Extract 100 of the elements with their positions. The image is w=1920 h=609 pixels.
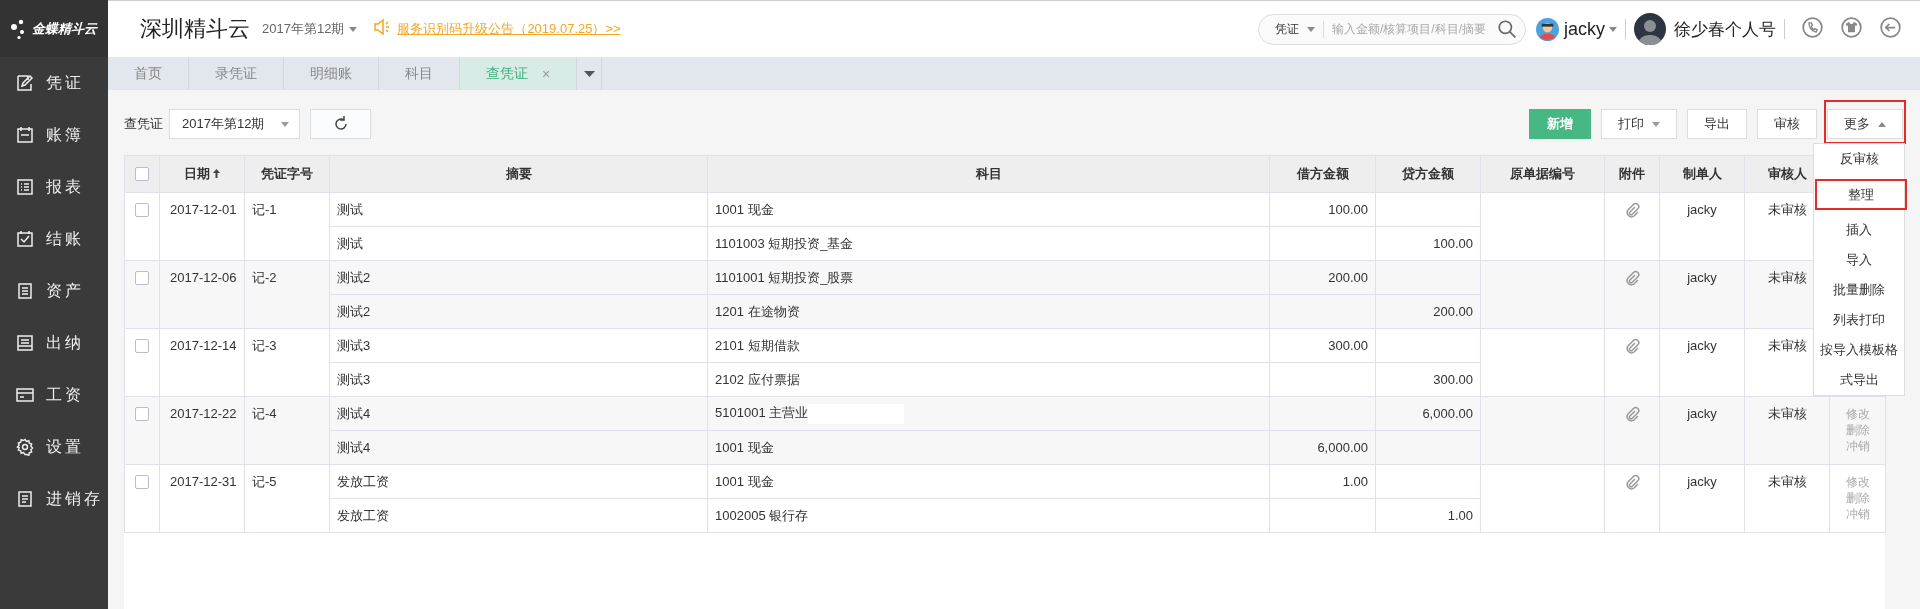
account-cell: 2102 应付票据 <box>707 362 1270 397</box>
caret-icon <box>1307 26 1315 32</box>
sidebar-item[interactable]: 进销存 <box>46 488 103 510</box>
date-cell: 2017-12-31 <box>159 464 245 533</box>
caret-icon <box>281 121 289 127</box>
summary-cell: 测试2 <box>329 294 708 329</box>
sidebar-item[interactable]: 账簿 <box>46 124 84 146</box>
paperclip-icon[interactable] <box>1624 473 1640 491</box>
voucher-number-cell: 记-3 <box>244 328 330 397</box>
credit-cell: 200.00 <box>1375 294 1481 329</box>
caret-icon <box>1609 26 1617 32</box>
print-button[interactable]: 打印 <box>1601 109 1677 139</box>
back-icon <box>1880 16 1901 38</box>
summary-cell: 测试 <box>329 192 708 227</box>
document-icon <box>16 282 34 300</box>
date-cell: 2017-12-22 <box>159 396 245 465</box>
caret-icon <box>1652 121 1660 127</box>
checkbox[interactable] <box>135 474 149 489</box>
voucher-number-cell: 记-5 <box>244 464 330 533</box>
list-icon <box>16 178 34 196</box>
toolbar-button[interactable]: 导出 <box>1687 109 1747 139</box>
auditor-cell: 未审核 <box>1744 396 1830 465</box>
account-cell: 1001 现金 <box>707 464 1270 499</box>
column-header[interactable]: 摘要 <box>329 155 708 193</box>
summary-cell: 发放工资 <box>329 464 708 499</box>
account-cell: 1201 在途物资 <box>707 294 1270 329</box>
refresh-button[interactable] <box>310 109 371 139</box>
date-cell: 2017-12-01 <box>159 192 245 261</box>
search-scope[interactable]: 凭证 <box>1275 20 1324 38</box>
search-icon <box>1497 19 1517 39</box>
period-selector[interactable]: 2017年第12期 <box>262 20 358 38</box>
sidebar-item[interactable]: 工资 <box>46 384 84 406</box>
logo-text: 金蝶精斗云 <box>32 19 97 38</box>
column-header[interactable]: 制单人 <box>1659 155 1745 193</box>
account-cell: 5101001 主营业 <box>707 396 1270 431</box>
account-cell: 1101003 短期投资_基金 <box>707 226 1270 261</box>
gear-icon <box>16 438 34 456</box>
shirt-icon <box>1841 16 1862 38</box>
preparer-cell: jacky <box>1659 396 1745 465</box>
summary-cell: 发放工资 <box>329 498 708 533</box>
column-header[interactable]: 贷方金额 <box>1375 155 1481 193</box>
auditor-cell: 未审核 <box>1744 464 1830 533</box>
summary-cell: 测试2 <box>329 260 708 295</box>
sidebar-item[interactable]: 出纳 <box>46 332 84 354</box>
voucher-number-cell: 记-4 <box>244 396 330 465</box>
voucher-number-cell: 记-1 <box>244 192 330 261</box>
caret-icon <box>349 26 358 32</box>
caret-icon <box>1878 121 1886 127</box>
sidebar-item[interactable]: 资产 <box>46 280 84 302</box>
checkbox[interactable] <box>135 167 149 182</box>
user-avatar <box>1634 13 1666 45</box>
preparer-cell: jacky <box>1659 260 1745 329</box>
summary-cell: 测试4 <box>329 396 708 431</box>
checkbox[interactable] <box>135 406 149 421</box>
account-name: 徐少春个人号 <box>1674 18 1776 41</box>
credit-cell: 6,000.00 <box>1375 396 1481 431</box>
paperclip-icon[interactable] <box>1624 269 1640 287</box>
column-header[interactable]: 科目 <box>707 155 1270 193</box>
document-icon <box>16 490 34 508</box>
summary-cell: 测试3 <box>329 362 708 397</box>
voucher-number-cell: 记-2 <box>244 260 330 329</box>
paperclip-icon[interactable] <box>1624 405 1640 423</box>
column-header[interactable]: 原单据编号 <box>1480 155 1605 193</box>
menu-item[interactable]: 按导入模板格式导出 <box>1814 335 1904 395</box>
edit-icon <box>16 74 34 92</box>
toolbar-button[interactable]: 审核 <box>1757 109 1817 139</box>
column-header[interactable]: 附件 <box>1604 155 1660 193</box>
calendar-icon <box>16 126 34 144</box>
phone-icon <box>1802 16 1823 38</box>
column-header[interactable]: 借方金额 <box>1269 155 1376 193</box>
column-header[interactable]: 日期 <box>159 155 245 193</box>
sidebar-item[interactable]: 结账 <box>46 228 84 250</box>
checkbox[interactable] <box>135 338 149 353</box>
date-cell: 2017-12-06 <box>159 260 245 329</box>
company-name: 深圳精斗云 <box>140 15 250 43</box>
period-select[interactable]: 2017年第12期 <box>169 109 300 139</box>
check-icon <box>16 230 34 248</box>
card-icon <box>16 386 34 404</box>
column-header[interactable]: 凭证字号 <box>244 155 330 193</box>
account-cell: 1001 现金 <box>707 430 1270 465</box>
account-cell: 1101001 短期投资_股票 <box>707 260 1270 295</box>
toolbar-label: 查凭证 <box>124 115 163 133</box>
speaker-icon <box>373 18 392 36</box>
debit-cell: 100.00 <box>1269 192 1376 227</box>
paperclip-icon[interactable] <box>1624 337 1640 355</box>
caret-icon[interactable] <box>583 70 595 77</box>
checkbox[interactable] <box>135 270 149 285</box>
preparer-cell: jacky <box>1659 328 1745 397</box>
more-button[interactable]: 更多 <box>1827 109 1903 139</box>
paperclip-icon[interactable] <box>1624 201 1640 219</box>
sidebar-item[interactable]: 报表 <box>46 176 84 198</box>
search-field[interactable]: 凭证 输入金额/核算项目/科目/摘要 <box>1258 13 1526 45</box>
checkbox[interactable] <box>135 202 149 217</box>
summary-cell: 测试3 <box>329 328 708 363</box>
sidebar-item[interactable]: 设置 <box>46 436 84 458</box>
summary-cell: 测试4 <box>329 430 708 465</box>
sidebar-item[interactable]: 凭证 <box>46 72 84 94</box>
debit-cell: 300.00 <box>1269 328 1376 363</box>
user-menu[interactable]: jacky <box>1564 18 1617 40</box>
preparer-cell: jacky <box>1659 464 1745 533</box>
